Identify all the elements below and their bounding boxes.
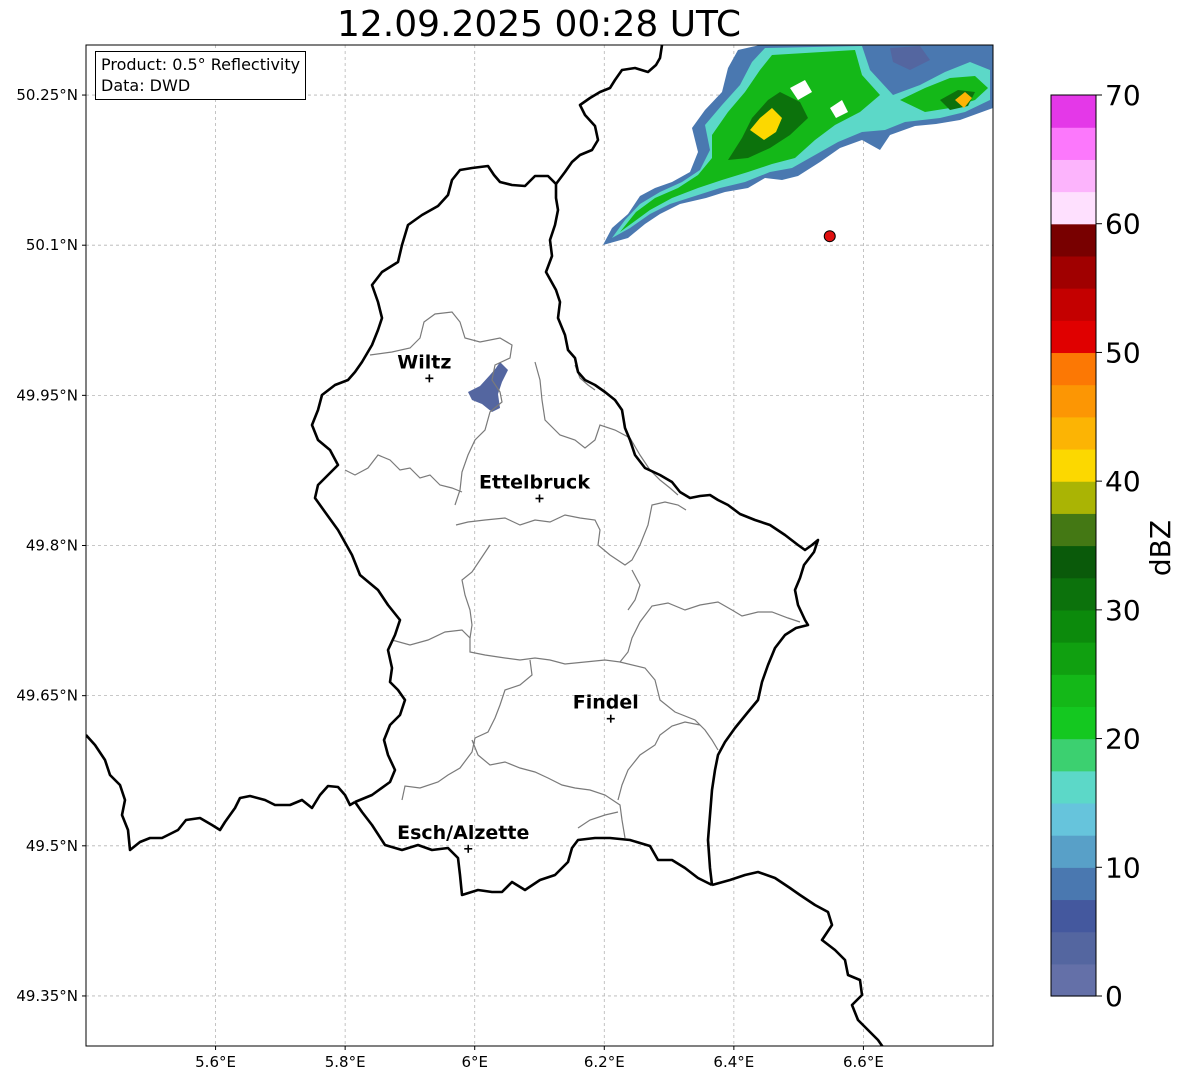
city-label: Esch/Alzette: [397, 822, 529, 844]
data-source-label: Data: DWD: [101, 76, 191, 95]
colorbar-segment: [1051, 545, 1096, 579]
colorbar-segment: [1051, 127, 1096, 160]
y-tick-label: 50.1°N: [26, 236, 78, 254]
y-tick-label: 49.65°N: [16, 687, 78, 705]
colorbar-segment: [1051, 416, 1096, 450]
x-tick-label: 6°E: [461, 1053, 488, 1071]
colorbar-tick-label: 0: [1105, 980, 1123, 1013]
colorbar-segment: [1051, 899, 1096, 933]
radar-map: WiltzEttelbruckFindelEsch/Alzette 5.6°E 5…: [16, 44, 1177, 1071]
longitude-ticks: 5.6°E 5.8°E 6°E 6.2°E 6.4°E 6.6°E: [195, 1046, 884, 1071]
colorbar-segment: [1051, 931, 1096, 965]
grid-lines: [86, 45, 993, 1046]
x-tick-label: 5.6°E: [195, 1053, 236, 1071]
colorbar-tick-label: 20: [1105, 723, 1141, 756]
colorbar-tick-label: 60: [1105, 208, 1141, 241]
colorbar-segment: [1051, 802, 1096, 836]
city-label: Ettelbruck: [479, 471, 590, 493]
colorbar-tick-label: 50: [1105, 336, 1141, 369]
product-label: Product: 0.5° Reflectivity: [101, 55, 301, 74]
colorbar-segment: [1051, 191, 1096, 225]
colorbar-segment: [1051, 384, 1096, 418]
colorbar-segment: [1051, 159, 1096, 193]
colorbar-tick-label: 70: [1105, 79, 1141, 112]
latitude-ticks: 50.25°N 50.1°N 49.95°N 49.8°N 49.65°N 49.5°N 4…: [16, 86, 86, 1005]
colorbar-segment: [1051, 95, 1096, 128]
colorbar-segment: [1051, 288, 1096, 321]
city-label: Wiltz: [397, 351, 451, 373]
radar-echoes: [468, 45, 993, 412]
x-tick-label: 6.2°E: [584, 1053, 625, 1071]
colorbar-segment: [1051, 255, 1096, 289]
colorbar-segment: [1051, 609, 1096, 643]
colorbar-segment: [1051, 738, 1096, 772]
colorbar-segment: [1051, 481, 1096, 514]
colorbar-tick-label: 30: [1105, 594, 1141, 627]
colorbar-segment: [1051, 223, 1096, 257]
radar-site-marker: [823, 230, 836, 243]
x-tick-label: 5.8°E: [325, 1053, 366, 1071]
colorbar-segment: [1051, 963, 1096, 997]
colorbar-segment: [1051, 320, 1096, 354]
colorbar-segment: [1051, 706, 1096, 740]
y-tick-label: 50.25°N: [16, 86, 78, 104]
x-tick-label: 6.4°E: [713, 1053, 754, 1071]
colorbar-segment: [1051, 448, 1096, 482]
colorbar-segment: [1051, 867, 1096, 901]
city-markers: Wiltz Ettelbruck Findel Esch/Alzette: [397, 351, 639, 853]
colorbar-segment: [1051, 835, 1096, 868]
colorbar: [1050, 94, 1097, 997]
country-borders: [86, 45, 884, 1046]
y-tick-label: 49.95°N: [16, 386, 78, 404]
x-tick-label: 6.6°E: [843, 1053, 884, 1071]
colorbar-segment: [1051, 770, 1096, 804]
colorbar-ticks: 0 10 20 30 40 50 60 70: [1096, 79, 1141, 1013]
colorbar-segment: [1051, 674, 1096, 707]
canton-borders: [344, 311, 801, 839]
y-tick-label: 49.35°N: [16, 987, 78, 1005]
colorbar-tick-label: 40: [1105, 465, 1141, 498]
product-info-box: Product: 0.5° Reflectivity Data: DWD: [95, 51, 307, 100]
y-tick-label: 49.8°N: [26, 537, 78, 555]
colorbar-segment: [1051, 577, 1096, 611]
city-label: Findel: [573, 692, 639, 714]
y-tick-label: 49.5°N: [26, 837, 78, 855]
colorbar-segment: [1051, 642, 1096, 675]
colorbar-segment: [1051, 513, 1096, 547]
colorbar-segment: [1051, 352, 1096, 386]
colorbar-tick-label: 10: [1105, 851, 1141, 884]
colorbar-label: dBZ: [1144, 520, 1177, 576]
